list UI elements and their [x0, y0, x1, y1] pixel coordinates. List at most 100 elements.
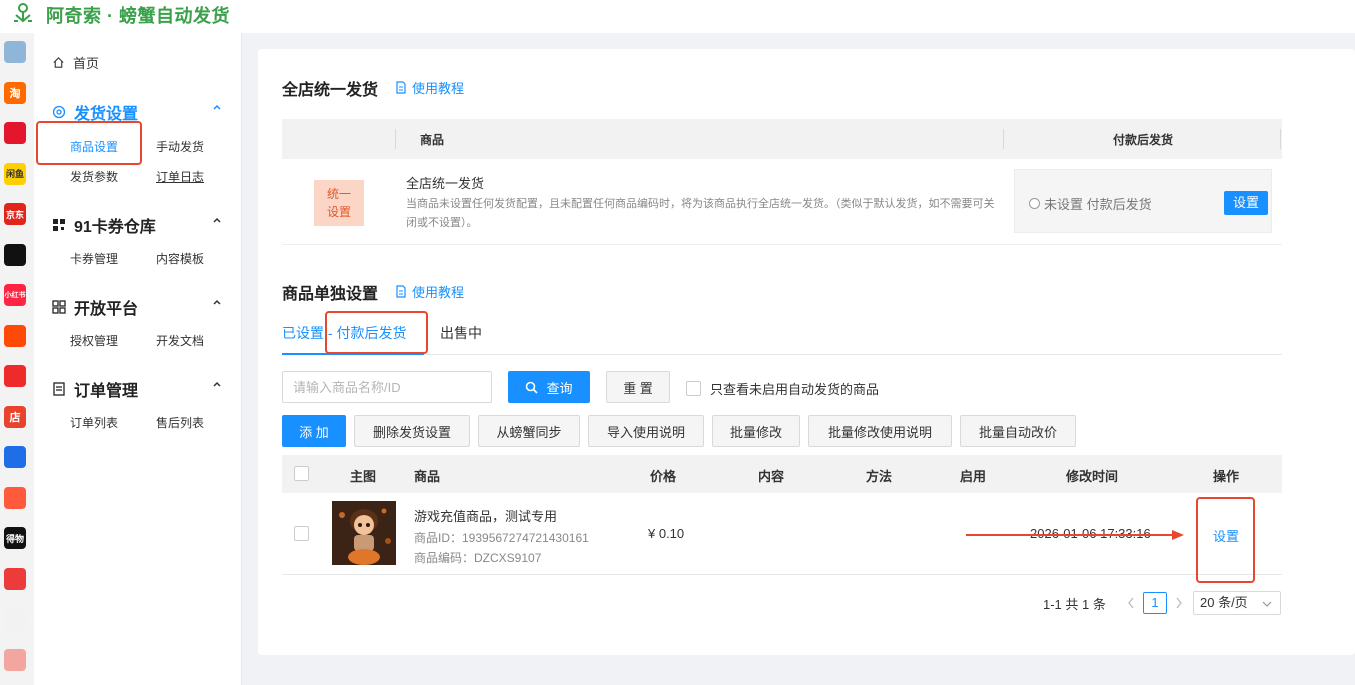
- tab-bar: 已设置 - 付款后发货 出售中: [282, 317, 1282, 355]
- kuaishou-icon[interactable]: [4, 324, 26, 347]
- product-price: ¥ 0.10: [648, 526, 685, 541]
- tutorial-link[interactable]: 使用教程: [395, 282, 464, 301]
- sidebar-item-order-list[interactable]: 订单列表: [70, 414, 118, 431]
- pagination-summary: 1-1 共 1 条: [1043, 596, 1106, 612]
- search-input[interactable]: [282, 371, 492, 403]
- sidebar-item-delivery-params[interactable]: 发货参数: [70, 168, 118, 185]
- sync-from-crab-button[interactable]: 从螃蟹同步: [478, 415, 580, 447]
- tab-on-sale[interactable]: 出售中: [440, 323, 482, 343]
- column-header-main-image: 主图: [350, 469, 377, 484]
- search-icon: [526, 381, 539, 394]
- crab-mascot-icon[interactable]: [4, 608, 26, 630]
- select-all-checkbox[interactable]: [294, 466, 309, 481]
- main-content: 全店统一发货 使用教程 商品 付款后发货 统一 设置 全店统一发货 当商品未设置任…: [258, 49, 1355, 655]
- page-size-select[interactable]: 20 条/页: [1193, 591, 1281, 615]
- radio-label: 未设置 付款后发货: [1044, 197, 1152, 212]
- tab-configured-after-payment[interactable]: 已设置 - 付款后发货: [282, 323, 406, 343]
- chevron-up-icon: [213, 299, 221, 305]
- sidebar-item-label: 首页: [73, 56, 100, 71]
- page-size-value: 20 条/页: [1200, 595, 1248, 610]
- product-table-header: 主图 商品 价格 内容 方法 启用 修改时间 操作: [282, 455, 1282, 493]
- unified-setting-tag: 统一 设置: [314, 180, 364, 226]
- delete-delivery-settings-button[interactable]: 删除发货设置: [354, 415, 470, 447]
- product-id: 商品ID：1939567274721430161: [414, 531, 589, 545]
- document-icon: [52, 382, 66, 396]
- import-instructions-button[interactable]: 导入使用说明: [588, 415, 704, 447]
- apps-grid-icon[interactable]: [4, 41, 26, 63]
- prev-page-icon[interactable]: [1127, 597, 1135, 609]
- menu-group-delivery-settings[interactable]: 发货设置: [52, 100, 222, 124]
- sidebar-item-card-management[interactable]: 卡券管理: [70, 250, 118, 267]
- menu-group-title: 91卡券仓库: [74, 219, 156, 236]
- column-divider: [1003, 129, 1004, 149]
- row-set-link[interactable]: 设置: [1213, 526, 1239, 545]
- menu-group-card-warehouse[interactable]: 91卡券仓库: [52, 213, 222, 237]
- tag-line: 统一: [326, 187, 351, 201]
- column-header-content: 内容: [758, 469, 785, 484]
- section-title-product-settings: 商品单独设置: [282, 286, 379, 303]
- annotation-arrow-icon: [966, 530, 1184, 540]
- store-wide-table-header: 商品 付款后发货: [282, 119, 1282, 159]
- after-payment-radio[interactable]: 未设置 付款后发货: [1029, 194, 1152, 213]
- thumbs-up-icon[interactable]: [4, 365, 26, 387]
- add-button[interactable]: 添 加: [282, 415, 346, 447]
- tutorial-label: 使用教程: [412, 285, 465, 300]
- chat-icon[interactable]: [4, 486, 26, 509]
- sidebar-item-home[interactable]: 首页: [52, 53, 99, 72]
- clipboard-icon[interactable]: [4, 648, 26, 671]
- menu-group-title: 开放平台: [74, 301, 139, 318]
- document-icon: [396, 81, 406, 94]
- store-wide-description: 当商品未设置任何发货配置，且未配置任何商品编码时，将为该商品执行全店统一发货。（…: [406, 198, 995, 229]
- menu-group-title: 发货设置: [74, 106, 139, 123]
- app-title: 阿奇索 · 螃蟹自动发货: [46, 6, 230, 26]
- top-bar: 阿奇索 · 螃蟹自动发货: [0, 0, 1355, 33]
- sidebar-item-product-settings[interactable]: 商品设置: [70, 138, 118, 155]
- column-header-price: 价格: [650, 469, 677, 484]
- product-image: [332, 501, 396, 565]
- active-tab-indicator: [282, 353, 424, 355]
- tmall-icon[interactable]: [4, 122, 26, 144]
- sidebar-item-dev-docs[interactable]: 开发文档: [156, 332, 204, 349]
- column-header-action: 操作: [1213, 469, 1240, 484]
- checkbox[interactable]: [686, 381, 701, 396]
- query-button[interactable]: 查询: [508, 371, 590, 403]
- sidebar: 首页 发货设置 商品设置 手动发货 发货参数 订单日志 91卡券仓库 卡券管理 …: [34, 33, 242, 685]
- store-wide-set-button[interactable]: 设置: [1224, 191, 1268, 215]
- query-button-label: 查询: [546, 380, 573, 396]
- xiaohongshu-icon[interactable]: 小红书: [4, 284, 26, 306]
- crab-logo-icon: [14, 3, 32, 23]
- chevron-down-icon: [1262, 601, 1272, 607]
- jd-icon[interactable]: 京东: [4, 203, 26, 225]
- only-unenabled-filter[interactable]: 只查看未启用自动发货的商品: [686, 379, 879, 398]
- store-wide-row: 统一 设置 全店统一发货 当商品未设置任何发货配置，且未配置任何商品编码时，将为该…: [282, 159, 1282, 245]
- menu-group-order-management[interactable]: 订单管理: [52, 377, 222, 401]
- sidebar-item-after-sales-list[interactable]: 售后列表: [156, 414, 204, 431]
- checkbox-label: 只查看未启用自动发货的商品: [710, 382, 880, 397]
- page-1-button[interactable]: 1: [1143, 592, 1167, 614]
- section-title-store-wide: 全店统一发货: [282, 82, 379, 99]
- dewu-icon[interactable]: 得物: [4, 527, 26, 549]
- column-header-product: 商品: [414, 469, 441, 484]
- batch-edit-instructions-button[interactable]: 批量修改使用说明: [808, 415, 952, 447]
- taobao-icon[interactable]: 淘: [4, 81, 26, 104]
- link-icon[interactable]: [4, 446, 26, 468]
- batch-edit-button[interactable]: 批量修改: [712, 415, 800, 447]
- row-checkbox[interactable]: [294, 526, 309, 541]
- batch-auto-reprice-button[interactable]: 批量自动改价: [960, 415, 1076, 447]
- douyin-icon[interactable]: [4, 243, 26, 266]
- sidebar-item-authorization[interactable]: 授权管理: [70, 332, 118, 349]
- sidebar-item-content-template[interactable]: 内容模板: [156, 250, 204, 267]
- chevron-up-icon: [213, 217, 221, 223]
- sidebar-item-manual-delivery[interactable]: 手动发货: [156, 138, 204, 155]
- xianyu-icon[interactable]: 闲鱼: [4, 162, 26, 185]
- sidebar-item-order-log[interactable]: 订单日志: [156, 168, 204, 185]
- column-header-after-payment: 付款后发货: [1113, 133, 1174, 147]
- shop-icon[interactable]: 店: [4, 405, 26, 428]
- play-icon[interactable]: [4, 567, 26, 590]
- store-wide-name: 全店统一发货: [406, 176, 485, 191]
- menu-group-open-platform[interactable]: 开放平台: [52, 295, 222, 319]
- reset-button[interactable]: 重 置: [606, 371, 670, 403]
- next-page-icon[interactable]: [1175, 597, 1183, 609]
- radio-icon: [1029, 198, 1040, 209]
- tutorial-link[interactable]: 使用教程: [395, 78, 464, 97]
